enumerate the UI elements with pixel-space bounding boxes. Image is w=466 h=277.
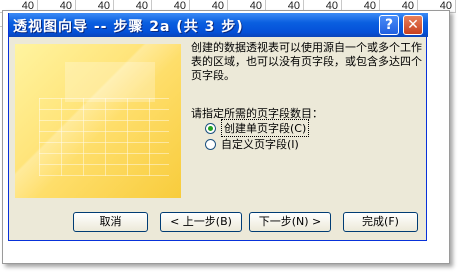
cancel-button[interactable]: 取消: [73, 212, 148, 232]
radio-unselected-icon[interactable]: [205, 138, 216, 150]
dialog-title: 透视图向导 -- 步骤 2a (共 3 步): [13, 19, 244, 35]
option-label: 自定义页字段(I): [221, 138, 299, 151]
option-single-page-field[interactable]: 创建单页字段(C): [205, 119, 310, 137]
dialog-titlebar[interactable]: 透视图向导 -- 步骤 2a (共 3 步) ? ✕: [9, 13, 428, 37]
close-button[interactable]: ✕: [403, 15, 423, 35]
radio-selected-icon[interactable]: [205, 122, 216, 134]
back-button[interactable]: < 上一步(B): [160, 212, 242, 232]
pivot-wizard-dialog: 透视图向导 -- 步骤 2a (共 3 步) ? ✕ 创建的数据透视表可以使用源…: [8, 13, 428, 241]
next-button[interactable]: 下一步(N) >: [249, 212, 331, 232]
help-button[interactable]: ?: [379, 15, 399, 35]
finish-button[interactable]: 完成(F): [343, 212, 418, 232]
dialog-description: 创建的数据透视表可以使用源自一个或多个工作表的区域，也可以没有页字段，或包含多达…: [191, 41, 422, 82]
wizard-illustration: [15, 44, 181, 198]
option-label: 创建单页字段(C): [221, 119, 310, 137]
illustration-highlight: [15, 44, 181, 198]
option-custom-page-fields[interactable]: 自定义页字段(I): [205, 136, 299, 152]
